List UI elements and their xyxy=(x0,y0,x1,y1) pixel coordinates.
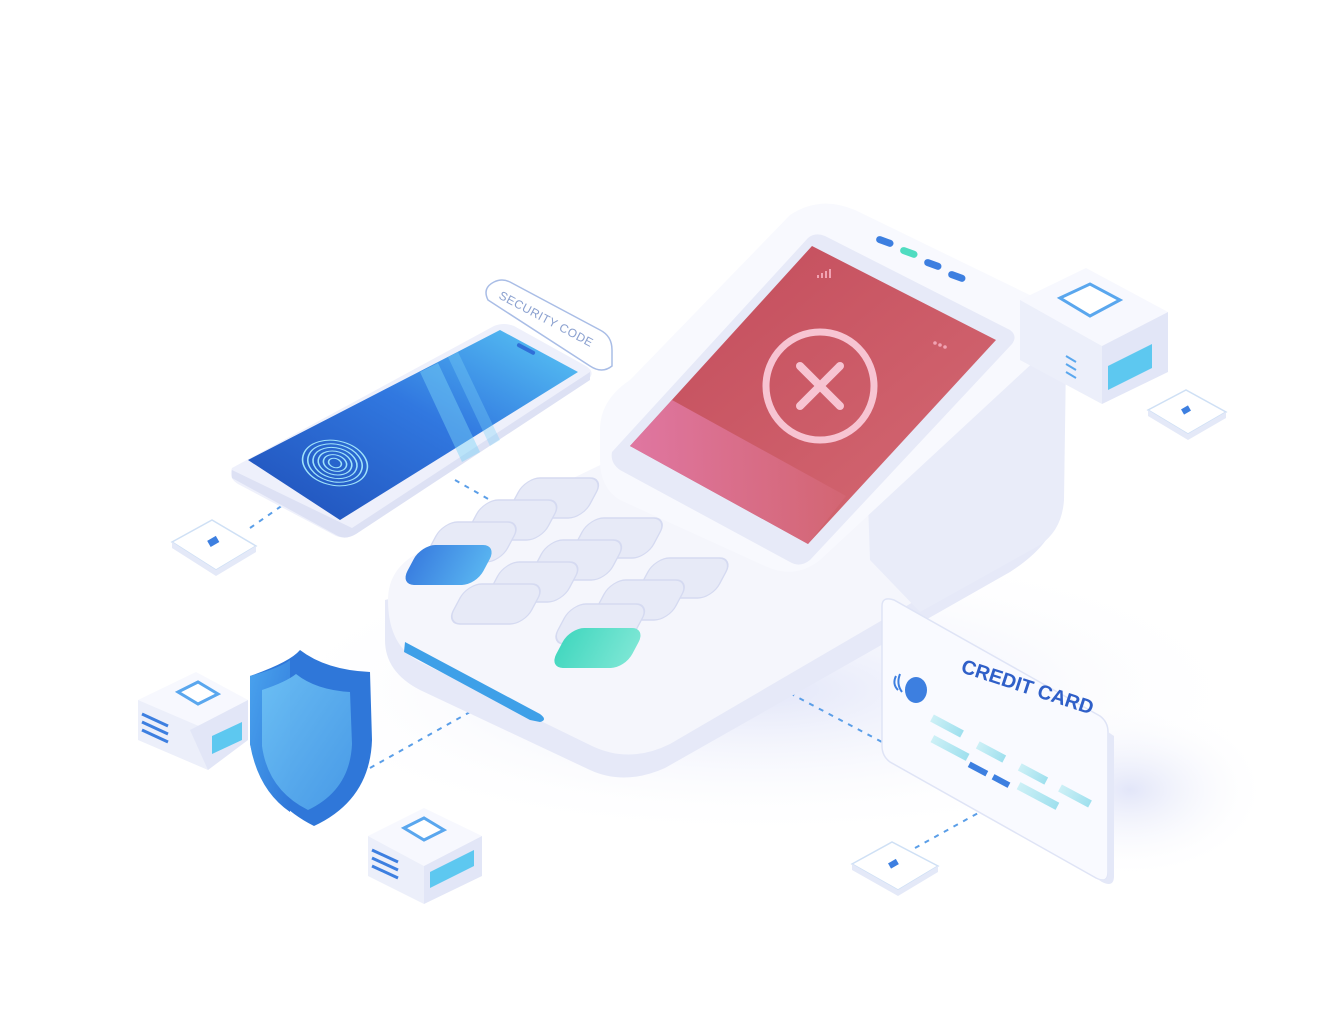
server-block-bottom xyxy=(368,808,482,904)
illustration-canvas: SECURITY CODE CREDIT CARD xyxy=(138,203,1270,904)
chip-tile-right xyxy=(1146,389,1228,440)
chip-tile-left xyxy=(170,519,258,576)
shield-icon xyxy=(250,650,372,826)
payment-security-illustration: SECURITY CODE CREDIT CARD xyxy=(0,0,1340,1028)
server-block-left xyxy=(138,672,248,770)
chip-tile-bottom xyxy=(850,841,940,896)
